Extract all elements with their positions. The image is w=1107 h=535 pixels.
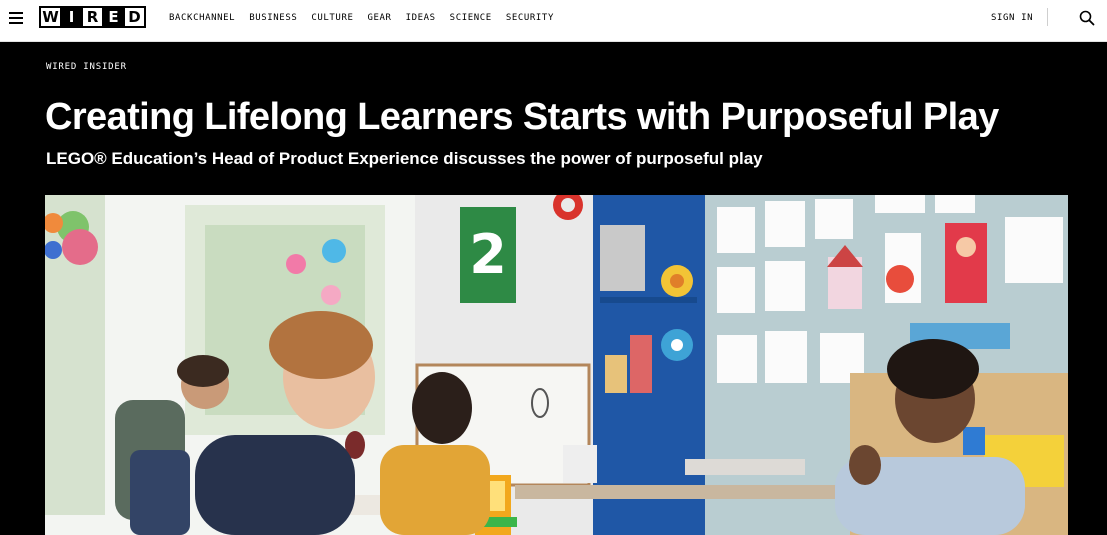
search-icon[interactable] [1079, 10, 1095, 26]
nav-divider [1047, 8, 1048, 26]
logo-letter: E [104, 8, 123, 26]
nav-link-security[interactable]: SECURITY [506, 13, 554, 23]
hamburger-menu-icon[interactable] [9, 12, 23, 24]
top-navigation: W I R E D BACKCHANNEL BUSINESS CULTURE G… [0, 0, 1107, 42]
nav-link-backchannel[interactable]: BACKCHANNEL [169, 13, 235, 23]
logo-letter: W [41, 8, 60, 26]
logo-letter: R [83, 8, 102, 26]
nav-link-gear[interactable]: GEAR [368, 13, 392, 23]
nav-link-culture[interactable]: CULTURE [311, 13, 353, 23]
svg-text:2: 2 [469, 223, 507, 286]
nav-link-ideas[interactable]: IDEAS [406, 13, 436, 23]
nav-link-business[interactable]: BUSINESS [249, 13, 297, 23]
hero-image: 2 [45, 195, 1068, 535]
article-dek: LEGO® Education’s Head of Product Experi… [46, 149, 763, 168]
logo-letter: D [125, 8, 144, 26]
article-kicker[interactable]: WIRED INSIDER [46, 62, 127, 72]
sign-in-link[interactable]: SIGN IN [991, 13, 1033, 23]
nav-link-science[interactable]: SCIENCE [450, 13, 492, 23]
wired-logo[interactable]: W I R E D [39, 6, 146, 28]
section-nav: BACKCHANNEL BUSINESS CULTURE GEAR IDEAS … [169, 13, 568, 23]
logo-letter: I [62, 8, 81, 26]
article-headline: Creating Lifelong Learners Starts with P… [45, 96, 999, 138]
